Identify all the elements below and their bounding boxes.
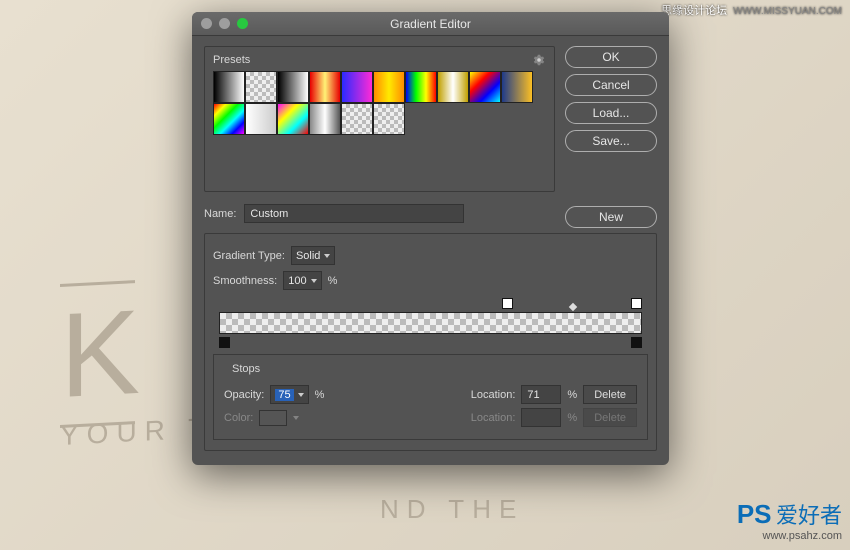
opacity-label: Opacity:: [224, 389, 264, 401]
color-label: Color:: [224, 412, 253, 424]
ok-button[interactable]: OK: [565, 46, 657, 68]
gradient-settings-panel: Gradient Type: Solid Smoothness: 100 % S…: [204, 233, 657, 451]
location-label-disabled: Location:: [471, 412, 516, 424]
preset-thumbnail[interactable]: [437, 71, 469, 103]
stops-title: Stops: [228, 363, 264, 375]
minimize-icon[interactable]: [219, 18, 230, 29]
chevron-down-icon: [293, 416, 299, 420]
chevron-down-icon: [311, 279, 317, 283]
preset-thumbnail[interactable]: [373, 103, 405, 135]
preset-thumbnail[interactable]: [213, 103, 245, 135]
dialog-title: Gradient Editor: [192, 17, 669, 31]
gradient-bar-area[interactable]: [219, 312, 642, 334]
preset-thumbnail[interactable]: [309, 103, 341, 135]
gradient-preview-bar[interactable]: [219, 312, 642, 334]
presets-label: Presets: [213, 54, 250, 66]
chevron-down-icon: [324, 254, 330, 258]
delete-color-stop-button: Delete: [583, 408, 637, 427]
opacity-stop[interactable]: [631, 298, 642, 309]
smoothness-input[interactable]: 100: [283, 271, 321, 290]
location-input-disabled: [521, 408, 561, 427]
gradient-editor-dialog: Gradient Editor Presets OK Cancel Load..…: [192, 12, 669, 465]
preset-thumbnail[interactable]: [245, 103, 277, 135]
color-stop[interactable]: [631, 337, 642, 348]
location-label: Location:: [471, 389, 516, 401]
preset-thumbnail[interactable]: [469, 71, 501, 103]
watermark-bottom: PS 爱好者 www.psahz.com: [737, 498, 842, 542]
preset-thumbnail[interactable]: [341, 103, 373, 135]
preset-thumbnails: [213, 71, 533, 181]
color-stop[interactable]: [219, 337, 230, 348]
cancel-button[interactable]: Cancel: [565, 74, 657, 96]
zoom-icon[interactable]: [237, 18, 248, 29]
preset-thumbnail[interactable]: [373, 71, 405, 103]
bg-tagline: YOUR T: [60, 412, 213, 452]
new-button[interactable]: New: [565, 206, 657, 228]
delete-opacity-stop-button[interactable]: Delete: [583, 385, 637, 404]
close-icon[interactable]: [201, 18, 212, 29]
preset-thumbnail[interactable]: [277, 71, 309, 103]
preset-thumbnail[interactable]: [501, 71, 533, 103]
preset-thumbnail[interactable]: [309, 71, 341, 103]
save-button[interactable]: Save...: [565, 130, 657, 152]
watermark-top: 思缘设计论坛WWW.MISSYUAN.COM: [661, 2, 842, 18]
opacity-stop[interactable]: [502, 298, 513, 309]
color-swatch: [259, 410, 287, 426]
presets-panel: Presets: [204, 46, 555, 192]
preset-thumbnail[interactable]: [405, 71, 437, 103]
load-button[interactable]: Load...: [565, 102, 657, 124]
opacity-input[interactable]: 75: [270, 385, 308, 404]
midpoint-diamond[interactable]: [569, 303, 577, 311]
bg-bottom-text: ND THE: [380, 494, 524, 525]
preset-thumbnail[interactable]: [341, 71, 373, 103]
preset-thumbnail[interactable]: [277, 103, 309, 135]
titlebar[interactable]: Gradient Editor: [192, 12, 669, 36]
gradient-type-label: Gradient Type:: [213, 250, 285, 262]
name-label: Name:: [204, 208, 236, 220]
preset-thumbnail[interactable]: [245, 71, 277, 103]
name-input[interactable]: [244, 204, 464, 223]
chevron-down-icon: [298, 393, 304, 397]
gear-icon[interactable]: [532, 53, 546, 67]
gradient-type-select[interactable]: Solid: [291, 246, 335, 265]
preset-thumbnail[interactable]: [213, 71, 245, 103]
smoothness-label: Smoothness:: [213, 275, 277, 287]
stops-panel: Stops Opacity: 75 % Location: % Delete C…: [213, 354, 648, 440]
location-input[interactable]: [521, 385, 561, 404]
bg-logo-letter: K: [60, 280, 135, 428]
percent-label: %: [328, 275, 338, 287]
